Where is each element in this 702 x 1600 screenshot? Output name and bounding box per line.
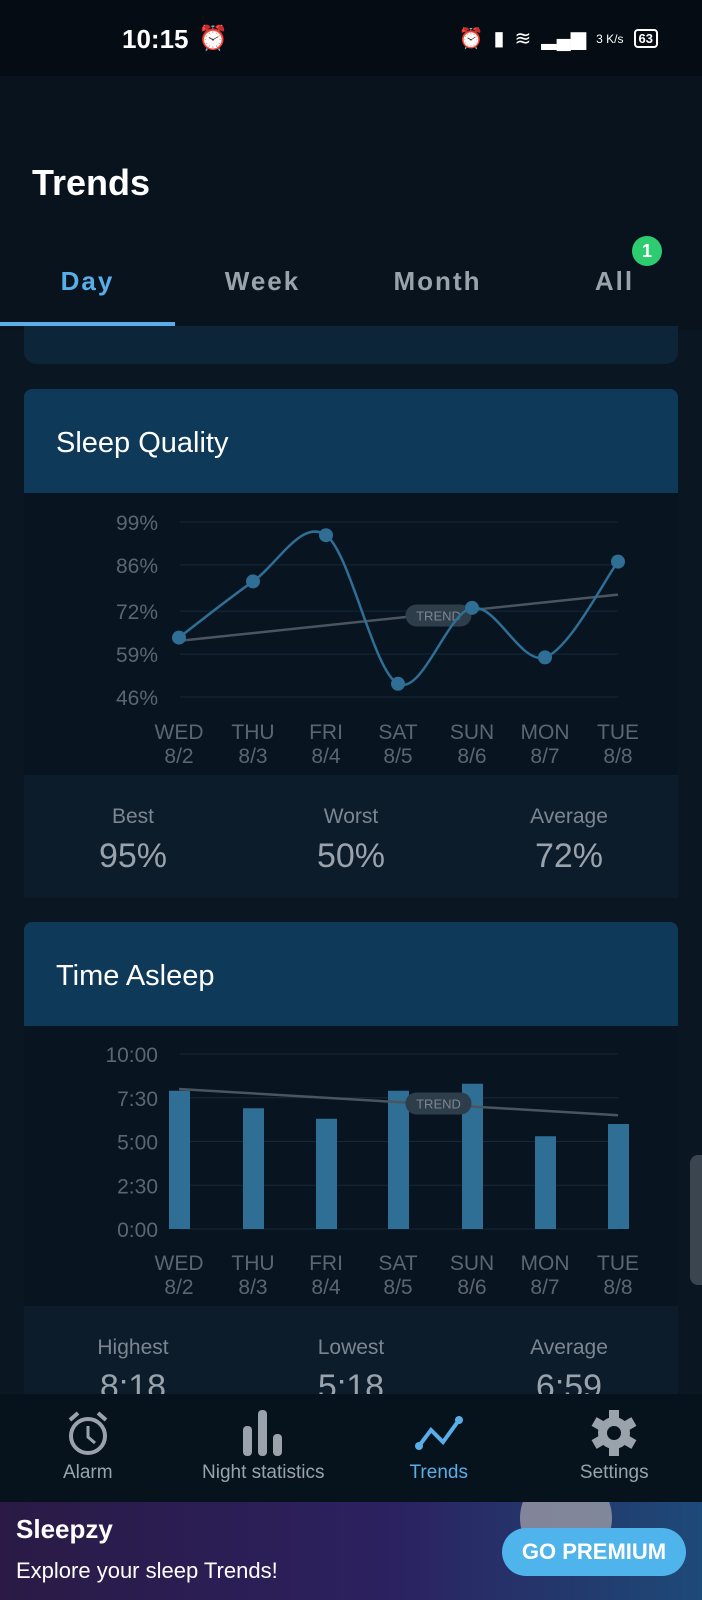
x-tick-date: 8/5 <box>383 745 412 768</box>
x-tick-day: FRI <box>309 721 343 744</box>
x-tick-date: 8/7 <box>530 1276 559 1299</box>
nav-label: Alarm <box>62 1462 113 1483</box>
data-point <box>538 650 552 665</box>
bar <box>608 1124 629 1229</box>
y-tick-label: 2:30 <box>117 1175 158 1198</box>
nav-trends[interactable]: Trends <box>351 1394 527 1502</box>
x-tick-day: TUE <box>597 1252 639 1275</box>
bar <box>316 1118 337 1229</box>
x-tick-date: 8/4 <box>311 1276 341 1299</box>
scrollbar[interactable] <box>690 1155 702 1285</box>
x-tick-day: FRI <box>309 1252 343 1275</box>
charts-layer: 99%86%72%59%46%WED8/2THU8/3FRI8/4SAT8/5S… <box>105 512 639 1299</box>
go-premium-button[interactable]: GO PREMIUM <box>502 1528 686 1576</box>
x-tick-day: THU <box>231 721 274 744</box>
bar <box>388 1090 409 1229</box>
bar <box>169 1090 190 1229</box>
y-tick-label: 7:30 <box>117 1088 158 1111</box>
trend-line <box>178 593 619 643</box>
data-point <box>611 554 625 569</box>
y-tick-label: 46% <box>116 687 158 710</box>
x-tick-date: 8/8 <box>603 745 632 768</box>
y-tick-label: 5:00 <box>117 1132 158 1155</box>
x-tick-day: WED <box>155 1252 204 1275</box>
app-name: Sleepzy <box>16 1514 113 1544</box>
x-tick-day: MON <box>521 1252 570 1275</box>
x-tick-day: MON <box>521 721 570 744</box>
nav-label: Settings <box>579 1462 649 1483</box>
banner-subtitle: Explore your sleep Trends! <box>16 1558 278 1583</box>
y-tick-label: 10:00 <box>105 1044 158 1067</box>
data-point <box>246 574 260 589</box>
y-tick-label: 0:00 <box>117 1219 158 1242</box>
data-point <box>319 528 333 543</box>
data-point <box>172 630 186 645</box>
bar-chart-icon <box>243 1410 283 1456</box>
x-tick-day: SUN <box>450 721 494 744</box>
premium-banner[interactable]: Sleepzy Explore your sleep Trends! GO PR… <box>0 1502 702 1600</box>
nav-label: Trends <box>409 1462 468 1483</box>
y-tick-label: 72% <box>116 601 158 624</box>
bar <box>243 1108 264 1229</box>
nav-settings[interactable]: Settings <box>527 1394 702 1502</box>
x-tick-day: THU <box>231 1252 274 1275</box>
y-tick-label: 59% <box>116 644 158 667</box>
x-tick-date: 8/2 <box>164 745 193 768</box>
y-tick-label: 99% <box>116 512 158 535</box>
x-tick-date: 8/6 <box>457 745 486 768</box>
x-tick-day: WED <box>155 721 204 744</box>
x-tick-date: 8/2 <box>164 1276 193 1299</box>
nav-label: Night statistics <box>202 1462 325 1483</box>
data-point <box>391 676 405 691</box>
x-tick-date: 8/5 <box>383 1276 412 1299</box>
x-tick-date: 8/8 <box>603 1276 632 1299</box>
x-tick-day: SAT <box>378 721 417 744</box>
x-tick-day: TUE <box>597 721 639 744</box>
x-tick-date: 8/3 <box>238 745 267 768</box>
nav-night-statistics[interactable]: Night statistics <box>176 1394 352 1502</box>
x-tick-date: 8/6 <box>457 1276 486 1299</box>
x-tick-day: SUN <box>450 1252 494 1275</box>
bar <box>535 1136 556 1229</box>
y-tick-label: 86% <box>116 555 158 578</box>
data-point <box>465 600 479 615</box>
gear-icon <box>591 1410 637 1456</box>
x-tick-date: 8/4 <box>311 745 341 768</box>
x-tick-date: 8/7 <box>530 745 559 768</box>
trend-line-icon <box>414 1416 463 1450</box>
quality-line <box>178 530 619 687</box>
alarm-clock-icon <box>68 1411 108 1455</box>
bottom-nav: Alarm Night statistics Trends Settings <box>0 1394 702 1502</box>
nav-alarm[interactable]: Alarm <box>0 1394 176 1502</box>
x-tick-day: SAT <box>378 1252 417 1275</box>
trend-label: TREND <box>416 1096 461 1111</box>
x-tick-date: 8/3 <box>238 1276 267 1299</box>
